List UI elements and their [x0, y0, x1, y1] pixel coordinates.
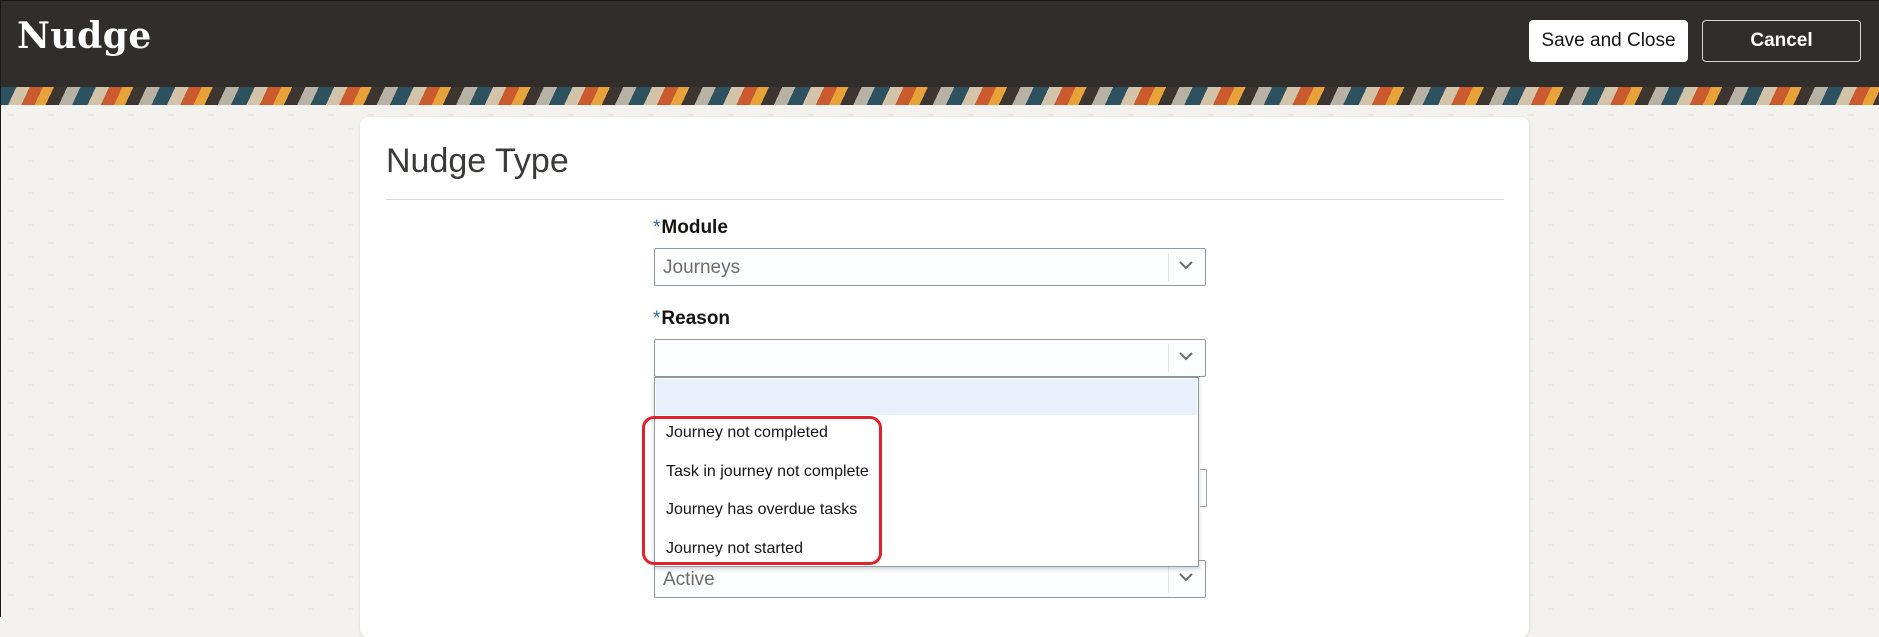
annotation-highlight-box	[642, 416, 882, 565]
page-title: Nudge	[17, 15, 152, 57]
cancel-label: Cancel	[1750, 30, 1813, 51]
module-label: *Module	[653, 217, 728, 238]
section-title: Nudge Type	[386, 142, 569, 180]
dropdown-option-empty[interactable]	[656, 379, 1197, 415]
reason-select[interactable]	[654, 339, 1206, 377]
status-value: Active	[663, 569, 715, 590]
app-header: Nudge Save and Close Cancel	[1, 1, 1879, 87]
select-separator	[1168, 344, 1169, 372]
chevron-down-icon	[1179, 573, 1193, 582]
decorative-banner	[1, 87, 1879, 105]
chevron-down-icon	[1179, 261, 1193, 270]
save-and-close-label: Save and Close	[1541, 30, 1676, 51]
reason-label: *Reason	[653, 308, 731, 329]
chevron-down-icon	[1179, 352, 1193, 361]
module-value: Journeys	[663, 257, 741, 278]
module-select[interactable]: Journeys	[654, 248, 1206, 286]
obscured-field-edge	[1200, 469, 1207, 507]
required-indicator: *	[653, 217, 661, 238]
cancel-button[interactable]: Cancel	[1702, 20, 1861, 62]
save-and-close-button[interactable]: Save and Close	[1529, 20, 1688, 62]
select-separator	[1168, 253, 1169, 281]
select-separator	[1168, 565, 1169, 593]
section-divider	[386, 199, 1504, 200]
required-indicator: *	[653, 308, 661, 329]
